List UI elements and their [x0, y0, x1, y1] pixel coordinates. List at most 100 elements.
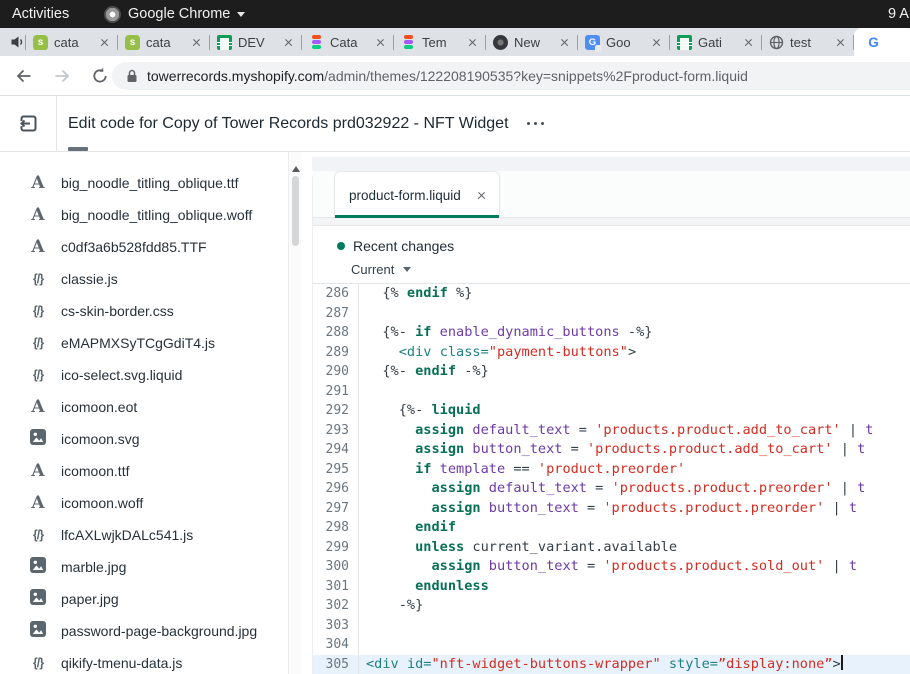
file-item[interactable]: Aicomoon.eot	[0, 391, 301, 423]
code-line[interactable]: 292 {%- liquid	[313, 401, 910, 421]
code-line[interactable]: 298 endif	[313, 518, 910, 538]
scrollbar-thumb[interactable]	[292, 176, 299, 246]
code-line[interactable]: 288 {%- if enable_dynamic_buttons -%}	[313, 323, 910, 343]
activities-button[interactable]: Activities	[12, 6, 69, 22]
close-tab-icon[interactable]	[743, 37, 754, 48]
code-line[interactable]: 297 assign button_text = 'products.produ…	[313, 499, 910, 519]
browser-tab[interactable]: DEV	[210, 28, 301, 56]
file-item[interactable]: icomoon.svg	[0, 423, 301, 455]
file-name: eMAPMXSyTCgGdiT4.js	[61, 335, 215, 351]
scroll-up-arrow-icon[interactable]	[292, 162, 300, 172]
close-tab-icon[interactable]	[191, 37, 202, 48]
line-number: 303	[313, 616, 359, 636]
file-item[interactable]: {/}cs-skin-border.css	[0, 295, 301, 327]
close-tab-icon[interactable]	[559, 37, 570, 48]
code-line[interactable]: 286 {% endif %}	[313, 284, 910, 304]
code-line[interactable]: 303	[313, 616, 910, 636]
line-number: 288	[313, 323, 359, 343]
code-line[interactable]: 290 {%- endif -%}	[313, 362, 910, 382]
tab-title: DEV	[238, 35, 277, 50]
file-item[interactable]: Abig_noodle_titling_oblique.woff	[0, 199, 301, 231]
url-text: towerrecords.myshopify.com/admin/themes/…	[147, 68, 748, 84]
reload-button[interactable]	[90, 66, 110, 86]
file-item[interactable]: paper.jpg	[0, 583, 301, 615]
code-line[interactable]: 300 assign button_text = 'products.produ…	[313, 557, 910, 577]
close-tab-icon[interactable]	[375, 37, 386, 48]
file-item[interactable]: {/}lfcAXLwjkDALc541.js	[0, 519, 301, 551]
dark-favicon-icon	[493, 35, 508, 50]
code-line[interactable]: 295 if template == 'product.preorder'	[313, 460, 910, 480]
file-item[interactable]: {/}ico-select.svg.liquid	[0, 359, 301, 391]
editor-tab-product-form[interactable]: product-form.liquid	[334, 171, 500, 218]
browser-tab[interactable]: GGoo	[578, 28, 669, 56]
tab-bar-divider	[313, 218, 910, 226]
app-menu[interactable]: Google Chrome	[104, 6, 245, 23]
browser-tab[interactable]: test	[762, 28, 853, 56]
browser-tab[interactable]: New	[486, 28, 577, 56]
line-number: 305	[313, 655, 359, 674]
exit-code-editor-button[interactable]	[17, 112, 41, 135]
back-button[interactable]	[14, 66, 34, 86]
close-tab-icon[interactable]	[283, 37, 294, 48]
code-text: endif	[359, 518, 456, 538]
image-file-icon	[27, 621, 49, 642]
page-header: Edit code for Copy of Tower Records prd0…	[0, 96, 910, 152]
code-line[interactable]: 304	[313, 635, 910, 655]
shopify-favicon-icon: s	[33, 35, 48, 50]
close-tab-icon[interactable]	[835, 37, 846, 48]
forward-button[interactable]	[52, 66, 72, 86]
code-line[interactable]: 291	[313, 382, 910, 402]
browser-tab[interactable]: G	[854, 28, 910, 56]
translate-favicon-icon: G	[585, 35, 600, 50]
editor-tab-label: product-form.liquid	[349, 188, 476, 203]
version-selector[interactable]: Current	[351, 262, 411, 277]
clock-label[interactable]: 9 A	[888, 6, 909, 22]
file-item[interactable]: Ac0df3a6b528fdd85.TTF	[0, 231, 301, 263]
code-file-icon: {/}	[27, 656, 49, 670]
file-sidebar: Abig_noodle_titling_oblique.ttfAbig_nood…	[0, 152, 301, 674]
speaker-icon	[10, 35, 25, 49]
sheets-favicon-icon	[677, 35, 692, 50]
browser-tab[interactable]: Tem	[394, 28, 485, 56]
line-number: 290	[313, 362, 359, 382]
code-line[interactable]: 305<div id="nft-widget-buttons-wrapper" …	[313, 655, 910, 674]
file-name: lfcAXLwjkDALc541.js	[61, 527, 193, 543]
close-tab-icon[interactable]	[651, 37, 662, 48]
code-line[interactable]: 299 unless current_variant.available	[313, 538, 910, 558]
more-actions-button[interactable]	[527, 122, 545, 126]
file-item[interactable]: marble.jpg	[0, 551, 301, 583]
sidebar-scrollbar[interactable]	[288, 152, 301, 674]
line-number: 289	[313, 343, 359, 363]
file-item[interactable]: Aicomoon.woff	[0, 487, 301, 519]
file-item[interactable]: Aicomoon.ttf	[0, 455, 301, 487]
code-text: assign button_text = 'products.product.p…	[359, 499, 857, 519]
code-editor[interactable]: 286 {% endif %}287288 {%- if enable_dyna…	[313, 284, 910, 674]
file-item[interactable]: Abig_noodle_titling_oblique.ttf	[0, 167, 301, 199]
file-item[interactable]: {/}eMAPMXSyTCgGdiT4.js	[0, 327, 301, 359]
os-top-bar: Activities Google Chrome 9 A	[0, 0, 910, 28]
close-tab-icon[interactable]	[476, 190, 487, 201]
code-line[interactable]: 294 assign button_text = 'products.produ…	[313, 440, 910, 460]
address-bar[interactable]: towerrecords.myshopify.com/admin/themes/…	[112, 62, 910, 90]
code-text	[359, 304, 366, 324]
code-text: if template == 'product.preorder'	[359, 460, 685, 480]
browser-tab[interactable]: Cata	[302, 28, 393, 56]
code-text: <div class="payment-buttons">	[359, 343, 636, 363]
code-line[interactable]: 287	[313, 304, 910, 324]
font-file-icon: A	[27, 461, 49, 481]
browser-tab[interactable]: Gati	[670, 28, 761, 56]
file-item[interactable]: {/}qikify-tmenu-data.js	[0, 647, 301, 674]
file-item[interactable]: {/}classie.js	[0, 263, 301, 295]
font-file-icon: A	[27, 173, 49, 193]
code-line[interactable]: 289 <div class="payment-buttons">	[313, 343, 910, 363]
browser-tab[interactable]: scata	[118, 28, 209, 56]
browser-tab[interactable]: scata	[26, 28, 117, 56]
close-tab-icon[interactable]	[99, 37, 110, 48]
code-line[interactable]: 301 endunless	[313, 577, 910, 597]
code-line[interactable]: 302 -%}	[313, 596, 910, 616]
file-item[interactable]: password-page-background.jpg	[0, 615, 301, 647]
code-line[interactable]: 296 assign default_text = 'products.prod…	[313, 479, 910, 499]
code-text: assign button_text = 'products.product.s…	[359, 557, 857, 577]
code-line[interactable]: 293 assign default_text = 'products.prod…	[313, 421, 910, 441]
close-tab-icon[interactable]	[467, 37, 478, 48]
